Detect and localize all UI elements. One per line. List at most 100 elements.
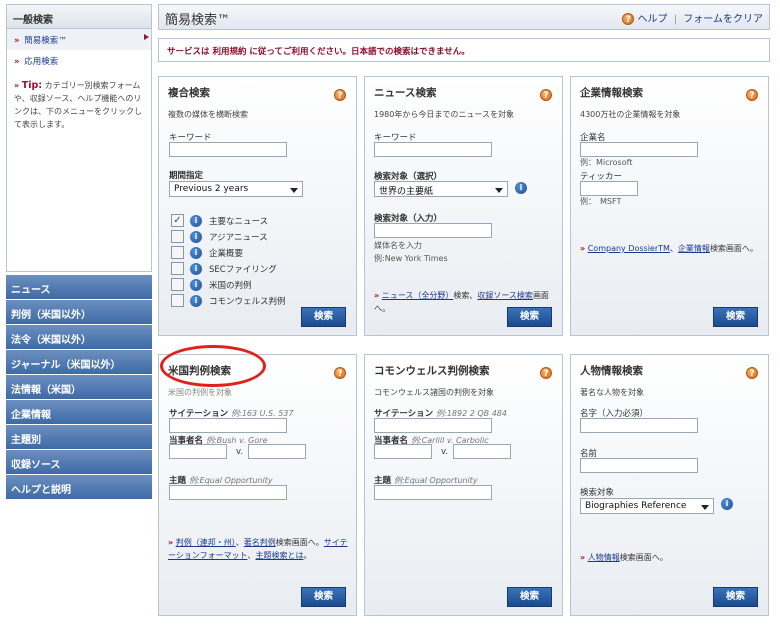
company-name-input[interactable] xyxy=(580,142,698,157)
party-one-input[interactable] xyxy=(169,444,227,459)
nav-item-statutes-non-us[interactable]: 法令（米国以外） xyxy=(6,325,152,349)
page-header: 簡易検索™ ? ヘルプ | フォームをクリア xyxy=(158,4,770,30)
card-subtitle: 4300万社の企業情報を対象 xyxy=(580,110,681,119)
nav-item-sources[interactable]: 収録ソース xyxy=(6,450,152,474)
given-name-input[interactable] xyxy=(580,458,698,473)
news-search-card: ニュース検索 ? 1980年から今日までのニュースを対象 キーワード 検索対象（… xyxy=(364,76,563,336)
nav-item-by-topic[interactable]: 主題別 xyxy=(6,425,152,449)
versus-label: v. xyxy=(441,447,449,457)
ticker-input[interactable] xyxy=(580,181,638,196)
checkbox-label: 企業概要 xyxy=(209,249,244,259)
news-all-link[interactable]: ニュース（全分野） xyxy=(382,291,454,300)
help-icon[interactable]: ? xyxy=(334,89,346,101)
target-select[interactable]: Biographies Reference xyxy=(580,498,714,514)
help-icon[interactable]: ? xyxy=(622,13,635,25)
ticker-example: 例： MSFT xyxy=(580,197,622,206)
us-case-search-card: 米国判例検索 ? 米国の判例を対象 サイテーション 例:163 U.S. 537… xyxy=(158,354,357,616)
info-icon[interactable]: i xyxy=(190,263,202,275)
nav-item-news[interactable]: ニュース xyxy=(6,275,152,299)
period-label: 期間指定 xyxy=(169,171,204,181)
cases-federal-state-link[interactable]: 判例（連邦・州） xyxy=(176,538,236,547)
footer-text: 、 xyxy=(669,244,678,253)
card-title: 企業情報検索 xyxy=(580,87,643,99)
triangle-right-icon xyxy=(144,34,149,40)
search-button[interactable]: 検索 xyxy=(301,587,346,607)
citation-input[interactable] xyxy=(169,418,287,433)
checkbox-label: 米国の判例 xyxy=(209,281,252,291)
tip-box: » Tip: カテゴリー別検索フォームや、収録ソース、ヘルプ機能へのリンクは、下… xyxy=(7,71,151,131)
period-select[interactable]: Previous 2 years xyxy=(169,181,303,197)
checkbox[interactable] xyxy=(171,230,184,243)
search-button[interactable]: 検索 xyxy=(301,307,346,327)
info-icon[interactable]: i xyxy=(190,247,202,259)
info-icon[interactable]: i xyxy=(190,279,202,291)
sidebar-link-simple-search[interactable]: » 簡易検索™ xyxy=(7,29,151,50)
nav-item-legal-us[interactable]: 法情報（米国） xyxy=(6,375,152,399)
divider: | xyxy=(673,14,678,25)
info-icon[interactable]: i xyxy=(190,215,202,227)
checkbox[interactable] xyxy=(171,278,184,291)
clear-form-link[interactable]: フォームをクリア xyxy=(683,14,763,25)
info-icon[interactable]: i xyxy=(721,498,733,510)
checkbox[interactable] xyxy=(171,262,184,275)
person-info-link[interactable]: 人物情報 xyxy=(588,553,620,562)
footer-text: 検索画面へ。 xyxy=(619,553,668,562)
checkbox-label: 主要なニュース xyxy=(209,217,269,227)
help-icon[interactable]: ? xyxy=(334,367,346,379)
search-button[interactable]: 検索 xyxy=(713,587,758,607)
chevron-right-icon: » xyxy=(14,36,20,46)
search-button[interactable]: 検索 xyxy=(713,307,758,327)
help-icon[interactable]: ? xyxy=(540,367,552,379)
topic-example: 例:Equal Opportunity xyxy=(393,476,478,485)
nav-item-cases-non-us[interactable]: 判例（米国以外） xyxy=(6,300,152,324)
party-one-input[interactable] xyxy=(374,444,432,459)
party-two-input[interactable] xyxy=(248,444,306,459)
help-icon[interactable]: ? xyxy=(746,367,758,379)
citation-example: 例:163 U.S. 537 xyxy=(231,409,294,418)
company-info-link[interactable]: 企業情報 xyxy=(678,244,710,253)
topic-example: 例:Equal Opportunity xyxy=(188,476,273,485)
target-label: 検索対象 xyxy=(580,488,615,498)
chevron-right-icon: » xyxy=(374,291,380,300)
famous-cases-link[interactable]: 著名判例 xyxy=(244,538,276,547)
media-name-label: 媒体名を入力 xyxy=(374,241,422,250)
nav-item-help[interactable]: ヘルプと説明 xyxy=(6,475,152,499)
info-icon[interactable]: i xyxy=(515,182,527,194)
topic-input[interactable] xyxy=(169,485,287,500)
help-icon[interactable]: ? xyxy=(746,89,758,101)
chevron-down-icon xyxy=(701,505,709,510)
chevron-right-icon: » xyxy=(14,57,20,67)
checkbox-checked[interactable]: ✓ xyxy=(171,214,184,227)
help-link[interactable]: ヘルプ xyxy=(638,14,668,25)
search-button[interactable]: 検索 xyxy=(507,307,552,327)
card-subtitle: 著名な人物を対象 xyxy=(580,388,644,397)
source-search-link[interactable]: 収録ソース検索 xyxy=(477,291,533,300)
nav-item-company-info[interactable]: 企業情報 xyxy=(6,400,152,424)
topic-search-about-link[interactable]: 主題検索とは xyxy=(255,551,303,560)
keyword-input[interactable] xyxy=(169,142,287,157)
info-icon[interactable]: i xyxy=(190,231,202,243)
sidebar-link-advanced-search[interactable]: » 応用検索 xyxy=(7,50,151,71)
checkbox[interactable] xyxy=(171,246,184,259)
party-two-input[interactable] xyxy=(453,444,511,459)
commonwealth-search-card: コモンウェルス判例検索 ? コモンウェルス諸国の判例を対象 サイテーション 例:… xyxy=(364,354,563,616)
citation-input[interactable] xyxy=(374,418,492,433)
annotation-ellipse xyxy=(160,345,266,387)
keyword-input[interactable] xyxy=(374,142,492,157)
company-dossier-link[interactable]: Company DossierTM xyxy=(588,244,670,253)
person-footer-links: » 人物情報検索画面へ。 xyxy=(580,551,668,564)
card-title: コモンウェルス判例検索 xyxy=(374,365,490,377)
info-icon[interactable]: i xyxy=(190,295,202,307)
target-select-value: 世界の主要紙 xyxy=(379,187,434,197)
target-input[interactable] xyxy=(374,223,492,238)
header-links: ? ヘルプ | フォームをクリア xyxy=(622,10,763,25)
versus-label: v. xyxy=(236,447,244,457)
help-icon[interactable]: ? xyxy=(540,89,552,101)
topic-input[interactable] xyxy=(374,485,492,500)
checkbox[interactable] xyxy=(171,294,184,307)
nav-item-journals-non-us[interactable]: ジャーナル（米国以外） xyxy=(6,350,152,374)
search-button[interactable]: 検索 xyxy=(507,587,552,607)
target-select[interactable]: 世界の主要紙 xyxy=(374,181,508,197)
citation-example: 例:1892 2 QB 484 xyxy=(436,409,507,418)
surname-input[interactable] xyxy=(580,418,698,433)
